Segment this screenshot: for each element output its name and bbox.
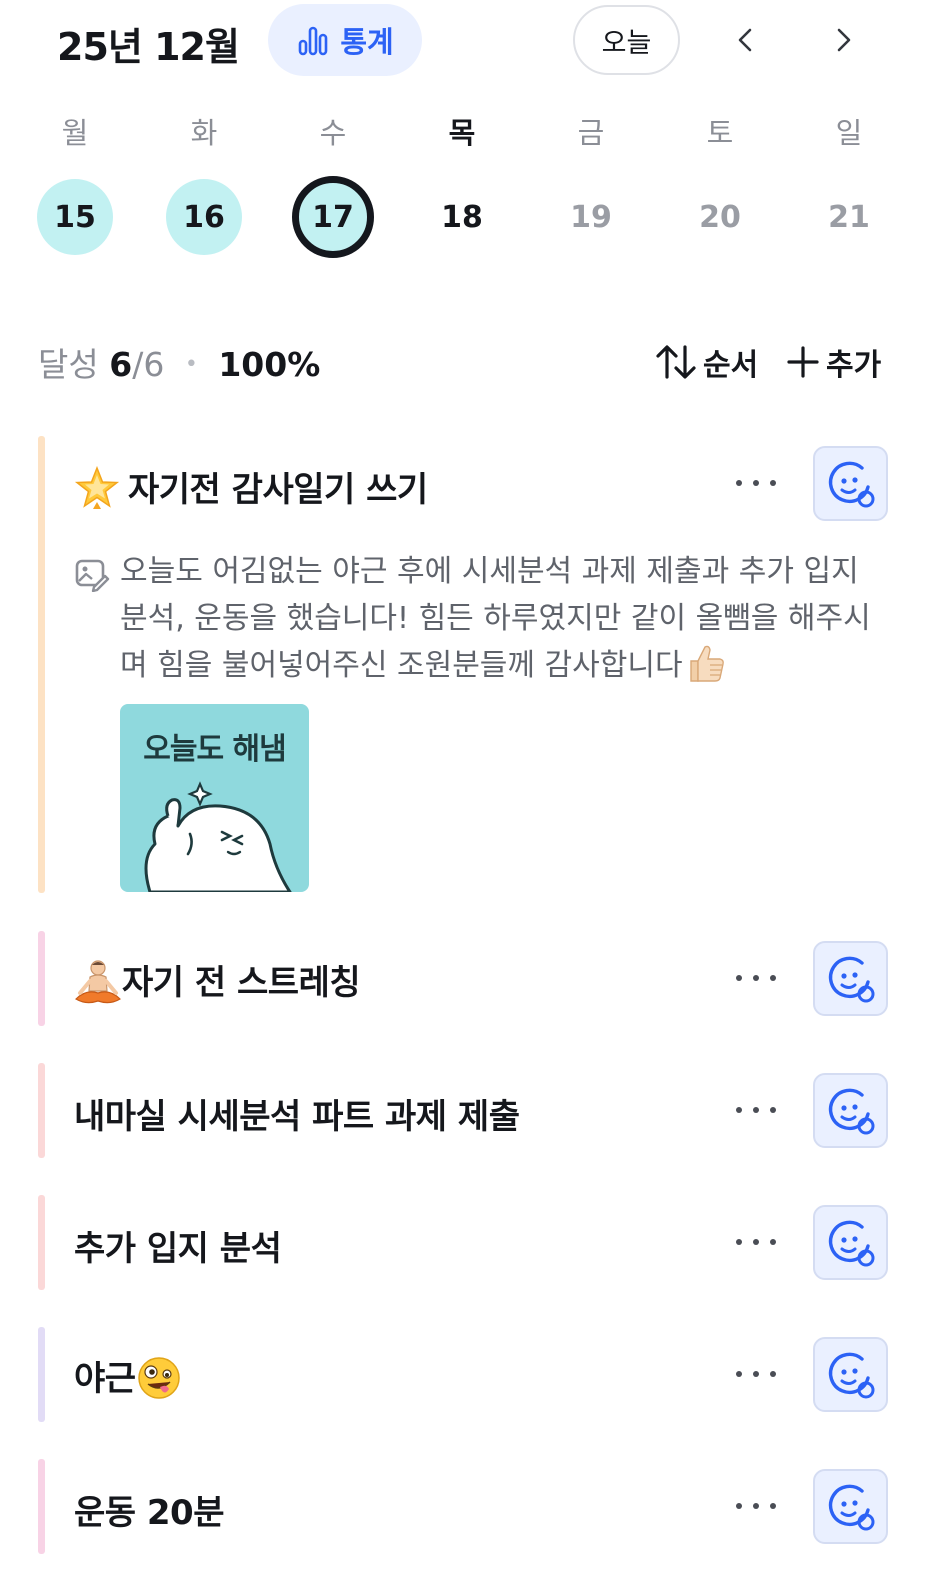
habit-color-bar [38,1195,45,1290]
next-week-button[interactable] [821,18,865,62]
day-19[interactable]: 19 [553,179,629,255]
stats-button[interactable]: 통계 [268,4,422,76]
habit-item[interactable]: 내마실 시세분석 파트 과제 제출 [38,1063,896,1158]
chevron-left-icon [738,28,752,52]
habit-title[interactable]: 야근 [74,1351,182,1401]
day-18[interactable]: 18 [424,179,500,255]
day-16[interactable]: 16 [166,179,242,255]
day-20[interactable]: 20 [682,179,758,255]
separator-dot: • [184,352,198,377]
achievement-sticker[interactable]: 오늘도 해냄 [120,704,309,892]
habit-item[interactable]: 추가 입지 분석 [38,1195,896,1290]
previous-week-button[interactable] [724,18,768,62]
more-options-button[interactable] [736,1496,776,1516]
habit-title[interactable]: 내마실 시세분석 파트 과제 제출 [74,1089,520,1138]
habit-item[interactable]: 야근 [38,1327,896,1422]
header: 25년 12월 통계 오늘 [0,0,934,84]
habit-color-bar [38,436,45,893]
mood-button[interactable] [813,1073,888,1148]
smiley-add-icon [828,1220,874,1266]
memo-text: 오늘도 어김없는 야근 후에 시세분석 과제 제출과 추가 입지 분석, 운동을… [120,548,894,689]
weekday-fri: 금 [577,116,605,150]
habit-color-bar [38,931,45,1026]
smiley-add-icon [828,1352,874,1398]
more-options-button[interactable] [736,473,776,493]
habit-title[interactable]: 자기 전 스트레칭 [74,955,361,1005]
achievement-percent: 100% [218,345,321,384]
achievement-done: 6 [109,345,133,384]
month-title[interactable]: 25년 12월 [57,16,240,71]
sticker-text: 오늘도 해냄 [143,732,286,767]
weekday-thu: 목 [448,116,476,150]
day-15[interactable]: 15 [37,179,113,255]
smiley-add-icon [828,1484,874,1530]
weekday-mon: 월 [61,116,89,150]
smiley-add-icon [828,1088,874,1134]
week-strip: 월 화 수 목 금 토 일 15 16 17 18 19 20 21 [0,110,934,270]
bar-chart-icon [299,26,328,56]
sort-label: 순서 [703,348,759,383]
mood-button[interactable] [813,446,888,521]
add-habit-button[interactable]: 추가 [786,340,881,384]
weekday-sun: 일 [835,116,863,150]
mood-button[interactable] [813,1469,888,1544]
achievement-total: 6 [143,345,165,384]
memo-image-icon [75,559,110,592]
habit-item[interactable]: 자기전 감사일기 쓰기 오늘도 어김없는 야근 후에 시세분석 과제 제출과 추… [38,436,896,893]
habit-item[interactable]: 자기 전 스트레칭 [38,931,896,1026]
day-17-selected[interactable]: 17 [292,176,374,258]
glowing-star-icon [74,465,120,509]
habit-title[interactable]: 자기전 감사일기 쓰기 [74,462,428,512]
zany-face-icon [137,1356,180,1399]
add-label: 추가 [826,348,882,383]
lotus-position-person-icon [75,959,121,1003]
chevron-right-icon [837,28,851,52]
smiley-add-icon [828,956,874,1002]
sort-arrows-icon [656,345,696,379]
mood-button[interactable] [813,941,888,1016]
sort-button[interactable]: 순서 [655,340,758,384]
more-options-button[interactable] [736,1232,776,1252]
stats-label: 통계 [340,25,394,59]
habit-title-text: 자기 전 스트레칭 [122,963,361,1003]
habit-color-bar [38,1327,45,1422]
weekday-wed: 수 [319,116,347,150]
habit-title-text: 자기전 감사일기 쓰기 [128,470,428,510]
mood-button[interactable] [813,1337,888,1412]
more-options-button[interactable] [736,1100,776,1120]
habit-title[interactable]: 추가 입지 분석 [74,1221,282,1270]
habit-title-text: 야근 [74,1359,136,1399]
weekday-tue: 화 [190,116,218,150]
more-options-button[interactable] [736,968,776,988]
today-button[interactable]: 오늘 [573,5,680,75]
habit-color-bar [38,1063,45,1158]
habit-color-bar [38,1459,45,1554]
habit-title[interactable]: 운동 20분 [74,1485,225,1534]
smiley-add-icon [828,461,874,507]
weekday-sat: 토 [706,116,734,150]
day-21[interactable]: 21 [811,179,887,255]
memo-body: 오늘도 어김없는 야근 후에 시세분석 과제 제출과 추가 입지 분석, 운동을… [120,554,871,683]
more-options-button[interactable] [736,1364,776,1384]
mood-button[interactable] [813,1205,888,1280]
habit-item[interactable]: 운동 20분 [38,1459,896,1554]
thumbs-up-icon [689,645,724,682]
achievement-summary: 달성 6/6 • 100% [38,338,320,386]
plus-icon [787,346,819,378]
cheering-character-icon [144,781,292,892]
achievement-label: 달성 [38,345,99,384]
achievement-slash: / [132,345,144,384]
